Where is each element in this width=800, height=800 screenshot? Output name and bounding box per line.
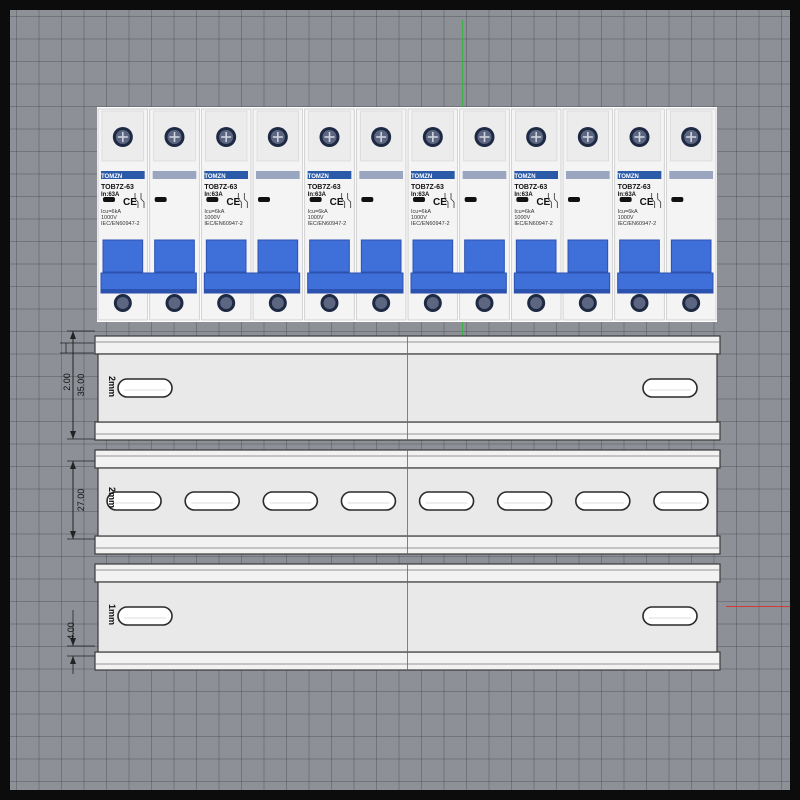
dimension-annotations: 35.00 2.00 2mm 27.00 2mm 4.00 1mm (60, 330, 117, 674)
dim-label-35: 35.00 (76, 374, 86, 397)
dim-label-4: 4.00 (66, 622, 76, 640)
dim-label-2: 2.00 (62, 373, 72, 391)
mm-label-top: 2mm (107, 376, 117, 397)
mm-label-middle: 2mm (107, 487, 117, 508)
modeling-viewport[interactable]: TOMZN TOB7Z-63 In:63A CE Icu=6kA 1000V IEC/EN6… (10, 10, 790, 790)
dim-label-27: 27.00 (76, 489, 86, 512)
mm-label-bottom: 1mm (107, 604, 117, 625)
